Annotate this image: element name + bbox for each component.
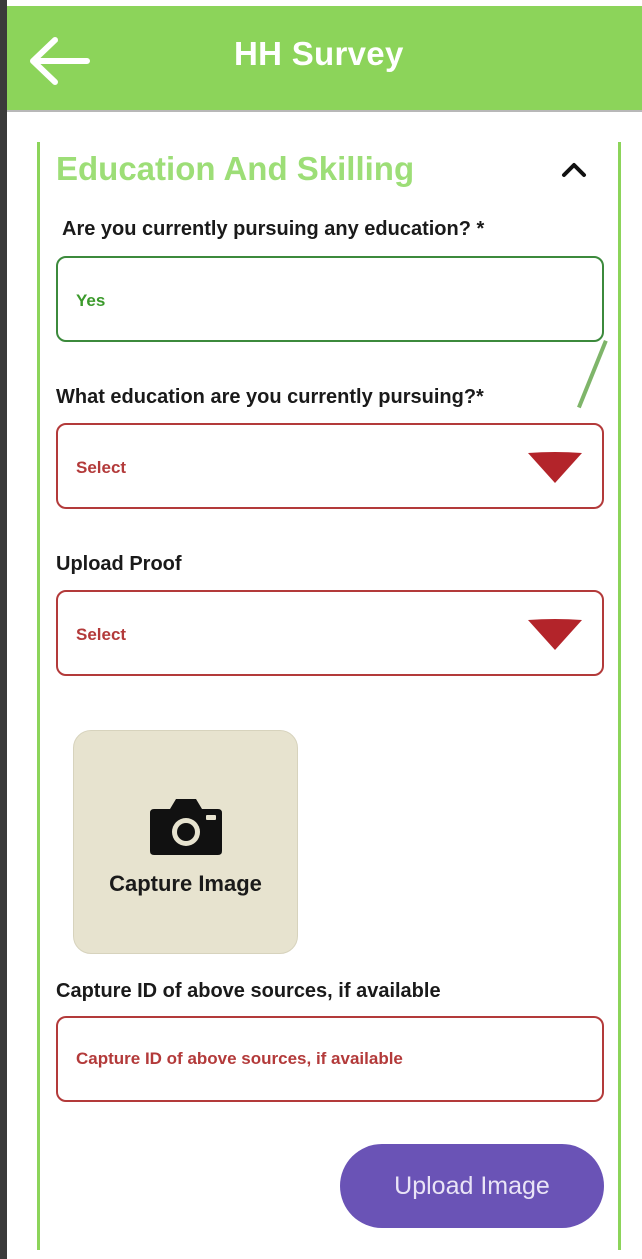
section-border-right xyxy=(618,142,621,1250)
caret-down-icon xyxy=(528,452,582,483)
chevron-up-icon[interactable] xyxy=(560,158,588,180)
education-type-label: What education are you currently pursuin… xyxy=(56,386,484,408)
upload-proof-value: Select xyxy=(76,625,127,644)
section-border-left xyxy=(37,142,40,1250)
pursuing-education-value: Yes xyxy=(76,291,106,310)
capture-image-label: Capture Image xyxy=(109,871,262,896)
arrow-left-icon[interactable] xyxy=(25,34,91,88)
section-title: Education And Skilling xyxy=(56,150,415,187)
survey-screen: HH Survey Education And Skilling Are you… xyxy=(0,0,642,1259)
pursuing-education-label: Are you currently pursuing any education… xyxy=(62,218,485,240)
window-edge xyxy=(0,0,7,1259)
upload-proof-select[interactable]: Select xyxy=(56,590,604,676)
upload-proof-label: Upload Proof xyxy=(56,553,182,575)
app-title: HH Survey xyxy=(234,35,404,72)
caret-down-icon xyxy=(528,619,582,650)
education-type-select[interactable]: Select xyxy=(56,423,604,509)
education-type-value: Select xyxy=(76,458,127,477)
upload-image-button[interactable]: Upload Image xyxy=(340,1144,604,1228)
pursuing-education-field[interactable]: Yes xyxy=(56,256,604,342)
decorative-line xyxy=(577,340,608,409)
app-bar: HH Survey xyxy=(7,6,642,112)
capture-id-input[interactable] xyxy=(56,1016,604,1102)
capture-image-button[interactable]: Capture Image xyxy=(73,730,298,954)
camera-icon xyxy=(150,799,222,855)
capture-id-label: Capture ID of above sources, if availabl… xyxy=(56,980,441,1002)
